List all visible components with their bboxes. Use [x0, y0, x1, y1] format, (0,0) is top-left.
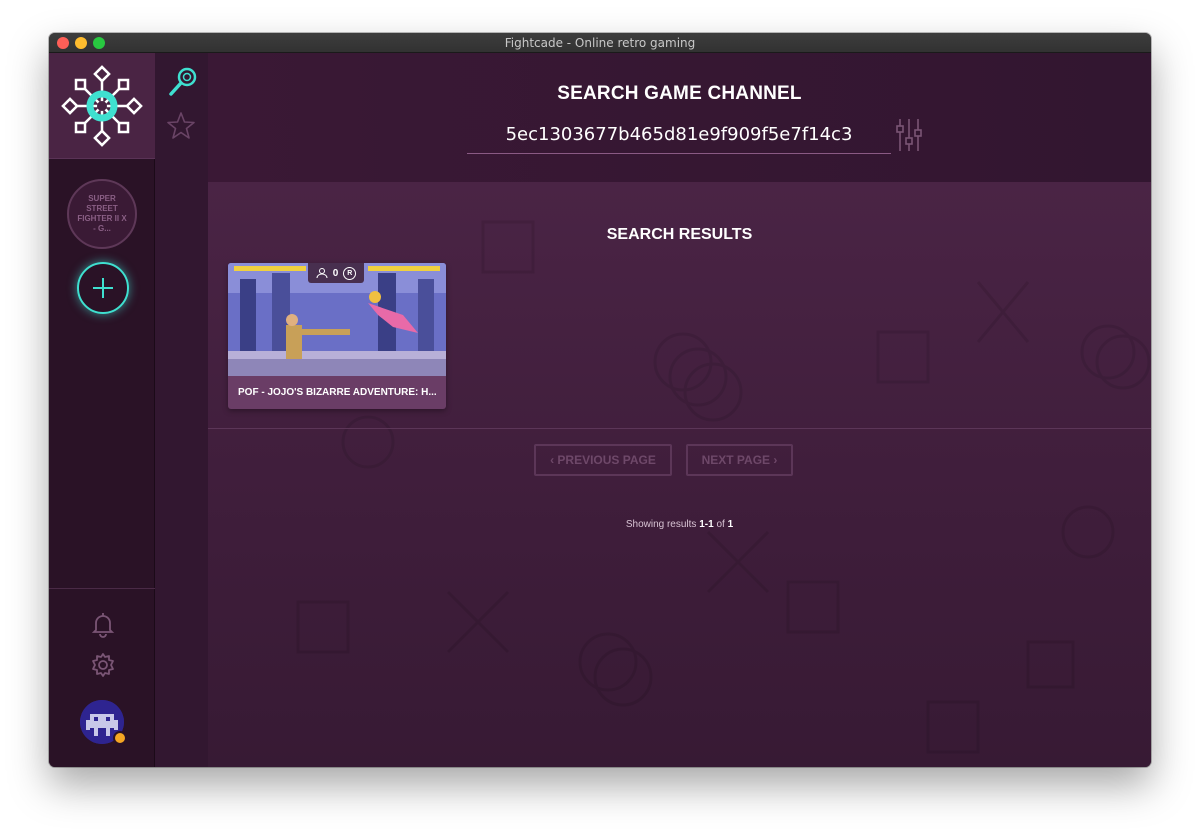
card-title: POF - JOJO'S BIZARRE ADVENTURE: H... [238, 387, 437, 398]
card-badge: 0 R [308, 263, 364, 283]
results-panel: SEARCH RESULTS 0 R POF - JOJO'S BIZARRE … [208, 182, 1151, 767]
app-window: Fightcade - Online retro gaming SUPER ST… [49, 33, 1151, 767]
star-icon [167, 112, 195, 139]
filter-button[interactable] [896, 117, 922, 153]
window-title: Fightcade - Online retro gaming [504, 36, 696, 50]
user-icon [316, 268, 328, 279]
fightcade-logo[interactable] [49, 53, 155, 159]
sliders-icon [896, 119, 922, 151]
ranked-badge: R [343, 266, 357, 280]
previous-page-button[interactable]: ‹ PREVIOUS PAGE [534, 444, 672, 476]
ranked-badge-label: R [347, 269, 353, 277]
fightcade-logo-icon [61, 65, 143, 147]
player-count: 0 [332, 267, 339, 279]
favorites-nav-button[interactable] [166, 111, 196, 141]
notifications-button[interactable] [88, 609, 118, 639]
results-title: SEARCH RESULTS [606, 226, 753, 243]
online-status-dot [113, 731, 127, 745]
bell-icon [91, 613, 115, 638]
search-nav-button[interactable] [166, 65, 200, 99]
results-divider [208, 428, 1151, 429]
sidebar: SUPER STREET FIGHTER II X - G... [49, 53, 155, 767]
plus-icon [93, 278, 113, 298]
search-icon [169, 67, 197, 96]
game-channel-card[interactable]: 0 R POF - JOJO'S BIZARRE ADVENTURE: H... [228, 263, 446, 409]
gear-icon [92, 653, 114, 677]
results-count: Showing results 1-1 of 1 [208, 519, 1151, 530]
channel-super-street-fighter[interactable]: SUPER STREET FIGHTER II X - G... [67, 179, 137, 249]
count-prefix: Showing results [625, 519, 700, 530]
add-channel-button[interactable] [77, 262, 129, 314]
settings-button[interactable] [88, 650, 118, 680]
count-total: 1 [727, 519, 734, 530]
page-title: SEARCH GAME CHANNEL [557, 83, 802, 104]
next-page-button[interactable]: NEXT PAGE › [686, 444, 793, 476]
title-bar: Fightcade - Online retro gaming [49, 33, 1151, 53]
search-input[interactable] [467, 115, 891, 154]
count-of: of [713, 519, 728, 530]
section-strip [155, 53, 208, 767]
sidebar-divider [49, 588, 155, 589]
search-header: SEARCH GAME CHANNEL [208, 53, 1151, 182]
count-range: 1-1 [699, 519, 714, 530]
